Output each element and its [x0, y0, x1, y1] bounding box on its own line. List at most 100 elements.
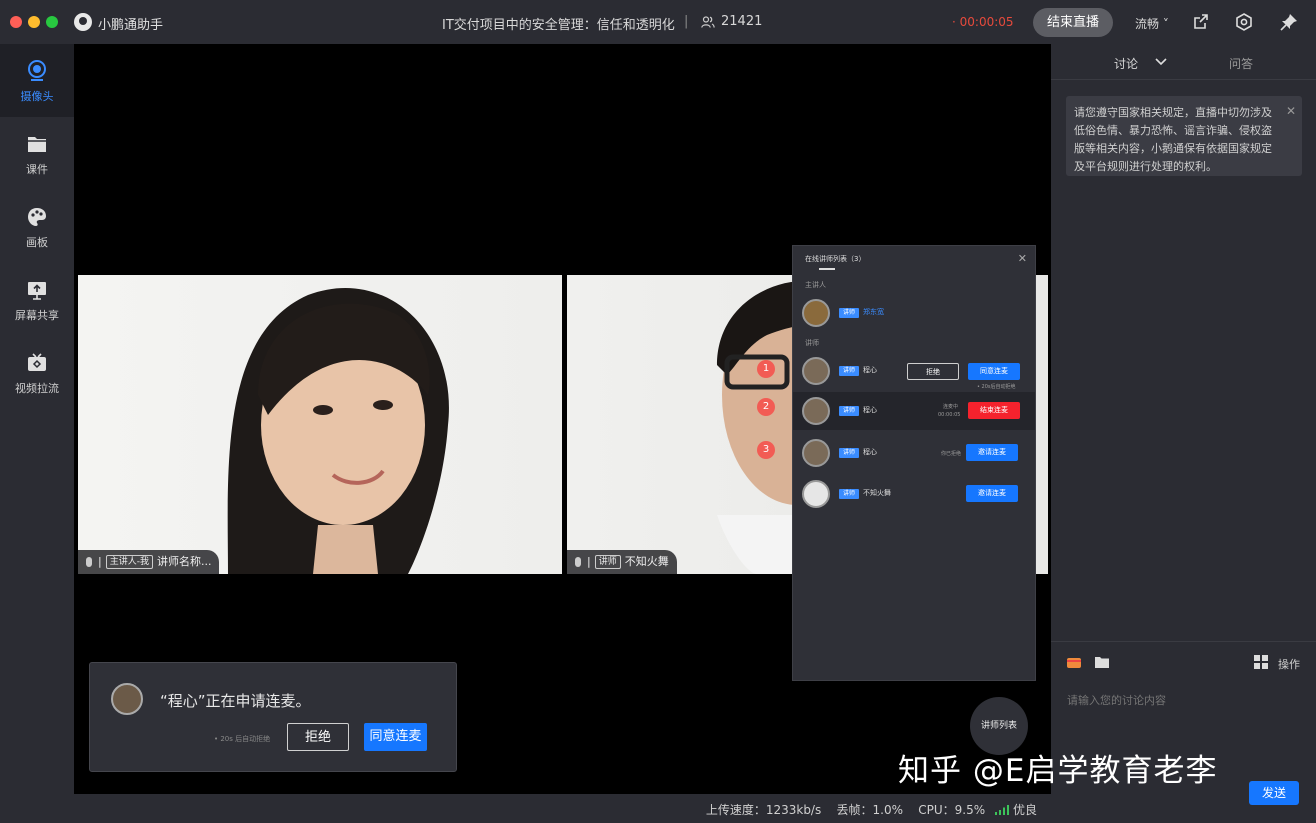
role-tag: 讲师	[594, 555, 621, 569]
close-window-button[interactable]	[10, 16, 22, 28]
lecturer-name: 程心	[863, 366, 877, 374]
sidebar-item-label: 屏幕共享	[15, 309, 59, 322]
minimize-window-button[interactable]	[28, 16, 40, 28]
live-timer: · 00:00:05	[952, 15, 1014, 29]
app-logo-icon	[74, 13, 92, 31]
lecturer-row: 讲师 程心 你已拒绝 邀请连麦	[793, 434, 1035, 472]
role-tag: 讲师	[839, 366, 859, 376]
left-sidebar: 摄像头 课件 画板 屏幕共享 视频拉流	[0, 44, 74, 823]
upload-speed: 上传速度：1233kb/s	[705, 803, 822, 817]
folder-icon	[28, 137, 46, 152]
lecturer-name: 程心	[863, 406, 877, 414]
tab-discussion[interactable]: 讨论	[1114, 55, 1138, 72]
lecturer-name: 程心	[863, 448, 877, 456]
lecturer-row: 讲师 程心 拒绝 同意连麦 • 20s后自动拒绝	[793, 352, 1035, 390]
grid-icon[interactable]	[1254, 655, 1268, 669]
connect-request-dialog: “程心”正在申请连麦。 • 20s 后自动拒绝 拒绝 同意连麦	[89, 662, 457, 772]
microphone-icon	[575, 557, 581, 567]
auto-refuse-note: • 20s后自动拒绝	[977, 384, 1016, 390]
close-icon[interactable]: ✕	[1286, 102, 1296, 120]
host-name[interactable]: 郑东宽	[863, 307, 884, 317]
chevron-down-icon[interactable]	[1155, 56, 1167, 66]
sidebar-item-label: 摄像头	[20, 90, 54, 103]
lecturer-list-panel: 在线讲师列表（3） ✕ 主讲人 讲师 郑东宽 讲师 讲师 程心 拒绝 同意连麦 …	[792, 245, 1036, 681]
share-icon[interactable]	[1191, 12, 1211, 32]
sidebar-item-whiteboard[interactable]: 画板	[0, 190, 74, 263]
folder-icon[interactable]	[1094, 655, 1110, 669]
host-section-label: 主讲人	[805, 281, 826, 289]
role-tag: 讲师	[839, 448, 859, 458]
connect-duration: 00:00:05	[938, 412, 961, 418]
pin-icon[interactable]	[1279, 12, 1299, 32]
sidebar-item-camera[interactable]: 摄像头	[0, 44, 74, 117]
request-message: “程心”正在申请连麦。	[160, 692, 311, 710]
maximize-window-button[interactable]	[46, 16, 58, 28]
send-button[interactable]: 发送	[1249, 781, 1299, 805]
agree-button[interactable]: 同意连麦	[364, 723, 427, 751]
step-badge-1: 1	[757, 360, 775, 378]
tab-qa[interactable]: 问答	[1229, 55, 1253, 72]
refuse-button[interactable]: 拒绝	[287, 723, 349, 751]
frame-drop: 丢帧：1.0%	[836, 803, 904, 817]
lecturer-row: 讲师 程心 连麦中 00:00:05 结束连麦	[793, 392, 1035, 430]
role-tag: 讲师	[839, 308, 859, 318]
course-title: IT交付项目中的安全管理：信任和透明化	[442, 18, 675, 33]
sidebar-item-label: 画板	[26, 236, 48, 249]
sidebar-item-video-pull[interactable]: 视频拉流	[0, 336, 74, 409]
chat-toolbar: 操作	[1051, 641, 1316, 681]
avatar	[802, 480, 830, 508]
discussion-input[interactable]	[1067, 694, 1297, 707]
title-bar: 小鹏通助手 IT交付项目中的安全管理：信任和透明化 | 21421 · 00:0…	[0, 0, 1316, 44]
operations-label[interactable]: 操作	[1278, 656, 1300, 672]
watermark: 知乎 @E启学教育老李	[898, 753, 1218, 789]
palette-icon	[28, 208, 46, 226]
microphone-icon	[86, 557, 92, 567]
right-panel-tabs: 讨论 问答	[1051, 44, 1316, 80]
auto-refuse-note: • 20s 后自动拒绝	[214, 735, 271, 743]
status-metrics: 上传速度：1233kb/s 丢帧：1.0% CPU：9.5% 优良	[706, 801, 1037, 818]
sidebar-item-screen-share[interactable]: 屏幕共享	[0, 263, 74, 336]
status-bar: 上传速度：1233kb/s 丢帧：1.0% CPU：9.5% 优良	[74, 794, 1051, 823]
refused-status: 你已拒绝	[941, 451, 962, 457]
lecturer-list-title: 在线讲师列表（3）	[805, 255, 866, 263]
guest-name: 不知火舞	[624, 555, 669, 568]
avatar	[802, 439, 830, 467]
camera-icon	[28, 60, 46, 81]
avatar	[802, 397, 830, 425]
signal-icon	[994, 805, 1009, 815]
gift-icon[interactable]	[1066, 655, 1082, 669]
sidebar-item-label: 课件	[26, 163, 48, 176]
guest-video-label: | 讲师 不知火舞	[567, 550, 677, 574]
lecturer-name: 不知火舞	[863, 489, 891, 497]
viewers-icon	[701, 16, 715, 28]
step-badge-2: 2	[757, 398, 775, 416]
cpu-usage: CPU：9.5%	[918, 803, 986, 817]
role-tag: 讲师	[839, 489, 859, 499]
connect-status: 连麦中	[943, 404, 959, 410]
refuse-button[interactable]: 拒绝	[907, 363, 959, 380]
sidebar-item-courseware[interactable]: 课件	[0, 117, 74, 190]
video-tile-host[interactable]: | 主讲人-我 讲师名称...	[78, 275, 562, 574]
viewer-count: 21421	[721, 14, 763, 29]
compliance-notice: 请您遵守国家相关规定，直播中切勿涉及低俗色情、暴力恐怖、谣言诈骗、侵权盗版等相关…	[1066, 96, 1302, 176]
screen-share-icon	[28, 282, 46, 300]
end-live-button[interactable]: 结束直播	[1033, 8, 1113, 37]
host-row: 讲师 郑东宽	[793, 294, 1035, 332]
step-badge-3: 3	[757, 441, 775, 459]
agree-button[interactable]: 同意连麦	[968, 363, 1020, 380]
settings-icon[interactable]	[1234, 12, 1254, 32]
role-tag: 讲师	[839, 406, 859, 416]
role-tag: 主讲人-我	[105, 555, 153, 569]
end-connect-button[interactable]: 结束连麦	[968, 402, 1020, 419]
invite-button[interactable]: 邀请连麦	[966, 444, 1018, 461]
lecturer-list-tab-indicator	[819, 268, 835, 270]
avatar	[111, 683, 143, 715]
close-icon[interactable]: ✕	[1018, 252, 1027, 265]
host-video-label: | 主讲人-我 讲师名称...	[78, 550, 220, 574]
avatar	[802, 357, 830, 385]
host-video-image	[227, 287, 449, 574]
quality-dropdown[interactable]: 流畅 ˅	[1135, 15, 1169, 32]
invite-button[interactable]: 邀请连麦	[966, 485, 1018, 502]
host-name: 讲师名称...	[156, 555, 212, 568]
title-separator: |	[684, 14, 689, 29]
